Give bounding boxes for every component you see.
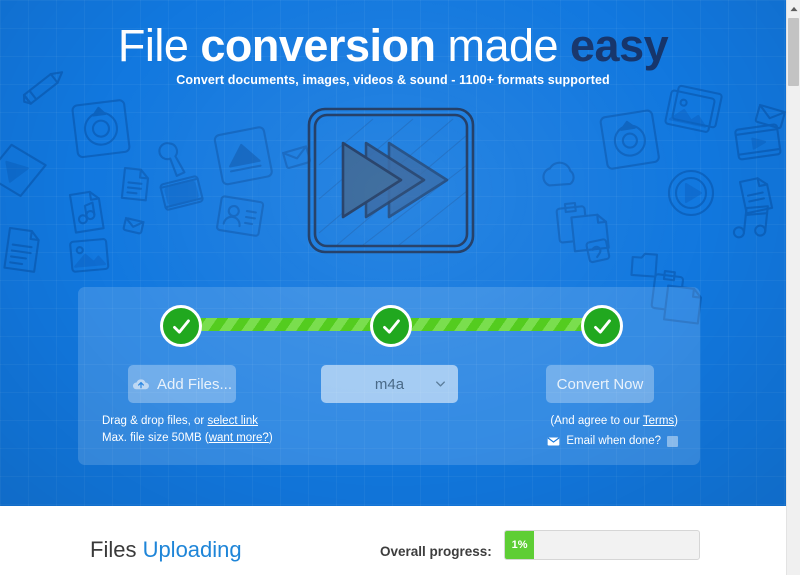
refresh-disc-icon [71, 99, 131, 159]
overall-progress-value: 1% [511, 539, 528, 551]
scrollbar-up-arrow[interactable] [787, 0, 800, 17]
terms-hint: (And agree to our Terms) [550, 413, 678, 430]
step-1-check-circle [160, 305, 202, 347]
list-document-icon [3, 226, 40, 273]
email-when-done-label: Email when done? [566, 435, 661, 447]
music-note-icon [732, 205, 769, 239]
file-copy-icon-a [555, 201, 610, 253]
picture-icon-b [664, 84, 723, 133]
title-word-easy: easy [570, 20, 669, 71]
drag-drop-text: Drag & drop files, or [102, 415, 208, 427]
overall-progress-bar: 1% [504, 530, 700, 560]
envelope-icon [547, 436, 560, 446]
check-icon [172, 318, 190, 334]
music-document-icon [68, 190, 105, 234]
overall-progress-fill: 1% [505, 531, 535, 559]
page-root: File conversion made easy Convert docume… [0, 0, 800, 575]
want-more-link[interactable]: want more? [209, 432, 269, 444]
play-diamond-icon [0, 143, 47, 198]
conversion-panel: Add Files... m4a Convert Now Drag & drop… [78, 287, 700, 465]
picture-icon-a [69, 238, 110, 273]
wrench-icon [158, 142, 186, 177]
check-icon [593, 318, 611, 334]
terms-link[interactable]: Terms [643, 415, 674, 427]
folder-icon [630, 252, 658, 278]
title-word-made: made [435, 20, 571, 71]
step-connector-2 [394, 318, 608, 331]
step-3-check-circle [581, 305, 623, 347]
hero-section: File conversion made easy Convert docume… [0, 0, 786, 506]
email-when-done-checkbox[interactable] [667, 435, 678, 447]
film-strip-icon [159, 175, 204, 211]
step-connector-1 [182, 318, 395, 331]
files-status-word: Uploading [142, 537, 242, 562]
page-scrollbar[interactable] [786, 0, 800, 575]
email-when-done-row[interactable]: Email when done? [547, 435, 678, 447]
files-word: Files [90, 537, 143, 562]
envelope-icon-small [122, 216, 145, 235]
select-link[interactable]: select link [207, 415, 258, 427]
page-subtitle: Convert documents, images, videos & soun… [176, 73, 610, 87]
cloud-upload-icon [132, 379, 149, 390]
play-circle-icon [667, 169, 715, 217]
terms-suffix: ) [674, 415, 678, 427]
share-square-icon [213, 126, 273, 186]
add-files-hint: Drag & drop files, or select link Max. f… [102, 413, 273, 447]
overall-progress-label: Overall progress: [380, 544, 492, 559]
document-icon-a [120, 166, 150, 202]
contact-card-icon [216, 195, 265, 237]
convert-now-button[interactable]: Convert Now [546, 365, 654, 403]
max-size-suffix: ) [268, 432, 273, 444]
check-icon [382, 318, 400, 334]
cloud-icon [542, 161, 575, 187]
format-select[interactable]: m4a [321, 365, 458, 403]
tag-icon [585, 238, 611, 264]
chevron-up-icon [789, 6, 798, 11]
scrollbar-thumb[interactable] [788, 18, 799, 86]
add-files-label: Add Files... [156, 375, 233, 393]
envelope-icon-right [754, 103, 786, 130]
add-files-button[interactable]: Add Files... [128, 365, 236, 403]
step-2-check-circle [370, 305, 412, 347]
page-title: File conversion made easy [0, 20, 786, 72]
terms-prefix: (And agree to our [550, 415, 643, 427]
film-strip-icon-b [734, 123, 782, 161]
title-word-conversion: conversion [200, 20, 436, 71]
fast-forward-play-sketch-icon [307, 107, 475, 254]
files-status-heading: Files Uploading [90, 537, 242, 563]
title-word-file: File [117, 20, 201, 71]
format-select-value: m4a [374, 375, 405, 393]
drag-drop-hint-line: Drag & drop files, or select link [102, 413, 273, 430]
max-size-text: Max. file size 50MB ( [102, 432, 209, 444]
refresh-disc-icon-b [599, 109, 660, 170]
chevron-down-icon [436, 381, 445, 387]
document-icon-b [738, 177, 774, 215]
convert-now-label: Convert Now [556, 375, 644, 393]
file-size-hint-line: Max. file size 50MB (want more?) [102, 430, 273, 447]
